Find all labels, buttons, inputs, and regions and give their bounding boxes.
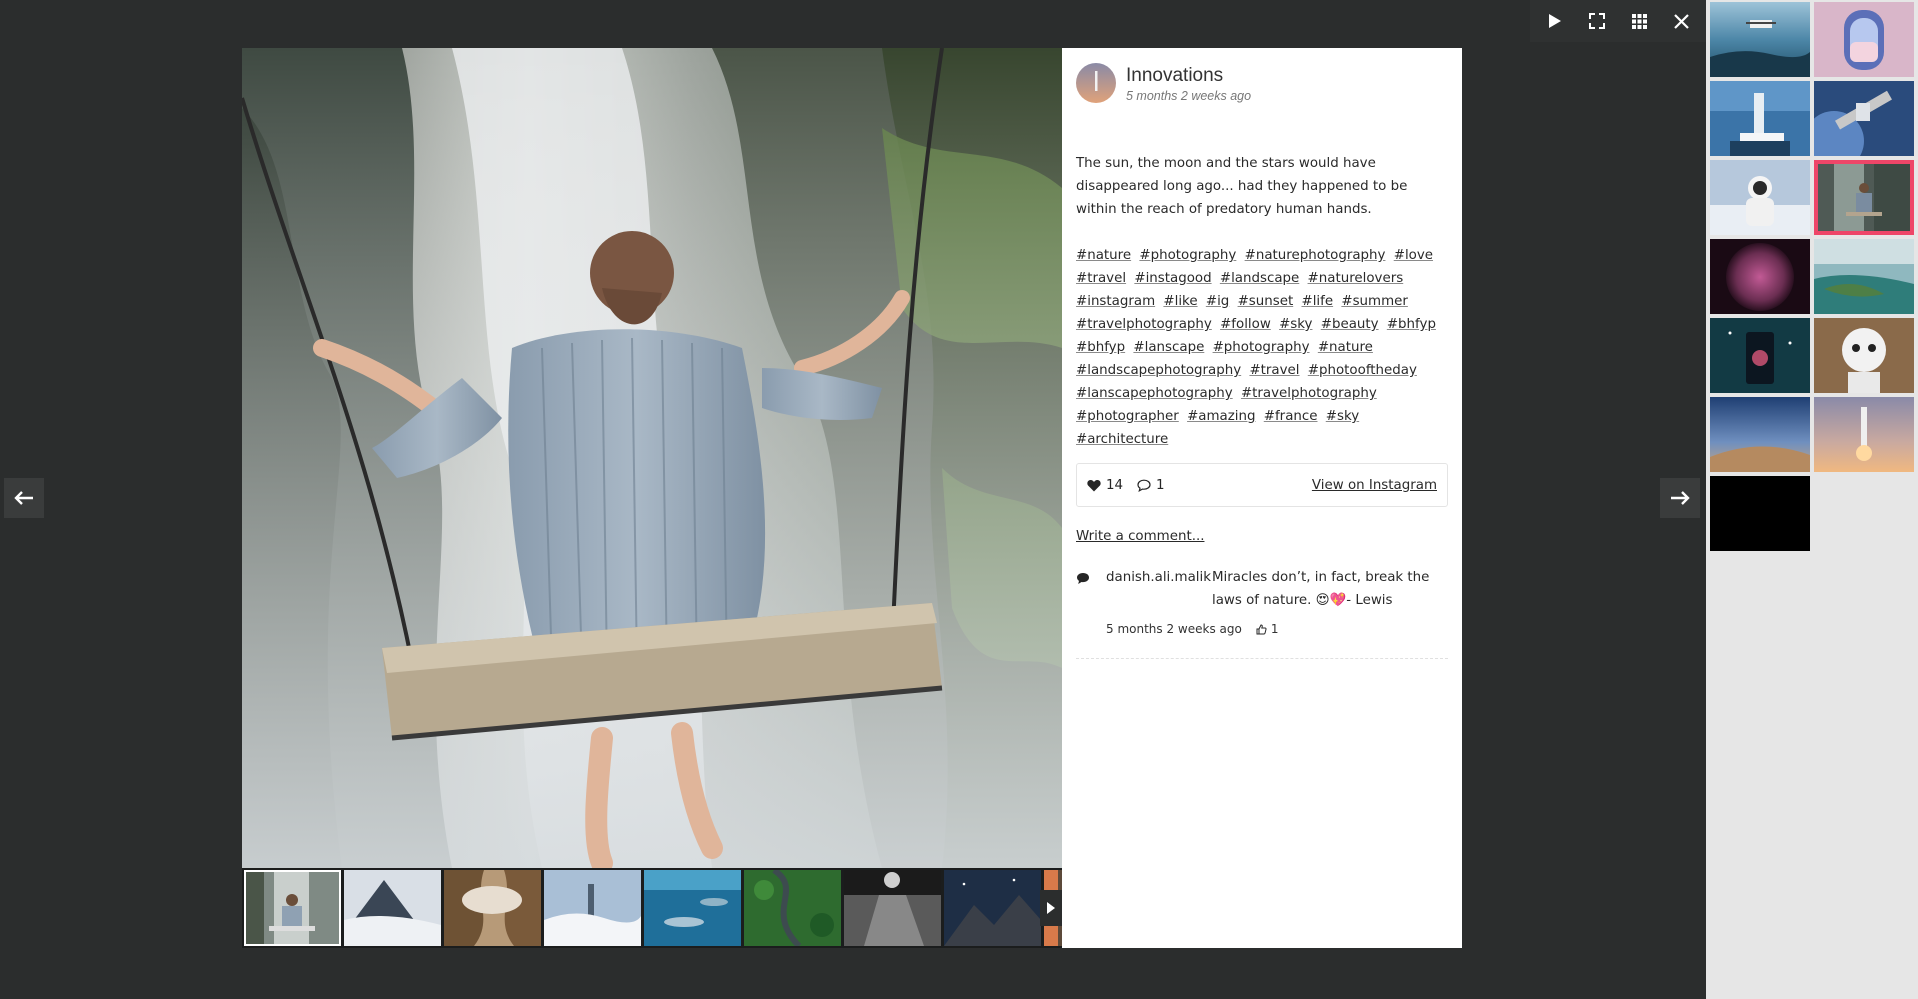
hashtag-link[interactable]: #bhfyp <box>1387 317 1436 332</box>
fullscreen-icon[interactable] <box>1580 4 1614 38</box>
sidebar-thumb-microscope[interactable] <box>1710 81 1810 156</box>
filmstrip <box>242 868 1062 948</box>
hashtag-link[interactable]: #ig <box>1206 294 1229 309</box>
likes-stat[interactable]: 14 <box>1087 478 1123 493</box>
hashtag-link[interactable]: #architecture <box>1076 432 1168 447</box>
grid-icon[interactable] <box>1622 4 1656 38</box>
post-caption: The sun, the moon and the stars would ha… <box>1076 156 1408 217</box>
sidebar-thumb-robot[interactable] <box>1814 318 1914 393</box>
viewer-toolbar <box>1530 0 1706 42</box>
sidebar-thumb-satellite[interactable] <box>1814 81 1914 156</box>
sidebar-thumb-airplane-window[interactable] <box>1814 2 1914 77</box>
post-header: Innovations 5 months 2 weeks ago <box>1076 62 1448 110</box>
hashtag-link[interactable]: #amazing <box>1187 409 1255 424</box>
film-thumb-city-clouds[interactable] <box>544 870 641 946</box>
hashtag-link[interactable]: #lanscape <box>1133 340 1204 355</box>
view-on-instagram-link[interactable]: View on Instagram <box>1312 478 1437 493</box>
sidebar-thumb-rocket[interactable] <box>1814 397 1914 472</box>
hashtag-link[interactable]: #love <box>1394 248 1433 263</box>
comment-username[interactable]: danish.ali.malik <box>1106 570 1212 612</box>
likes-count: 14 <box>1106 477 1124 493</box>
film-thumb-swing[interactable] <box>244 870 341 946</box>
film-thumb-forest-road[interactable] <box>744 870 841 946</box>
hashtag-link[interactable]: #photographer <box>1076 409 1179 424</box>
heart-icon <box>1087 479 1101 491</box>
filmstrip-next-icon[interactable] <box>1040 890 1062 926</box>
close-icon[interactable] <box>1664 4 1698 38</box>
hashtag-link[interactable]: #travelphotography <box>1076 317 1212 332</box>
sidebar-thumb-desert-night[interactable] <box>1710 397 1810 472</box>
comment-like-button[interactable]: 1 <box>1256 622 1279 636</box>
film-thumb-dolphins[interactable] <box>644 870 741 946</box>
film-thumb-mountain-clouds[interactable] <box>344 870 441 946</box>
sidebar-thumb-sun[interactable] <box>1710 239 1810 314</box>
comment-text: Miracles don’t, in fact, break the laws … <box>1212 570 1430 608</box>
film-thumb-night-mountains[interactable] <box>944 870 1041 946</box>
hashtag-link[interactable]: #instagram <box>1076 294 1155 309</box>
write-comment-link[interactable]: Write a comment... <box>1076 529 1204 544</box>
main-photo <box>242 48 1062 868</box>
hashtag-link[interactable]: #beauty <box>1321 317 1379 332</box>
hashtag-link[interactable]: #instagood <box>1134 271 1211 286</box>
thumbs-up-icon <box>1256 623 1267 634</box>
hashtag-link[interactable]: #naturelovers <box>1308 271 1404 286</box>
hashtag-link[interactable]: #travelphotography <box>1241 386 1377 401</box>
hashtag-link[interactable]: #landscapephotography <box>1076 363 1241 378</box>
thumbnail-sidebar <box>1706 0 1918 999</box>
sidebar-thumb-swing-selected[interactable] <box>1814 160 1914 235</box>
comments-count: 1 <box>1156 477 1165 493</box>
hashtag-link[interactable]: #naturephotography <box>1245 248 1386 263</box>
sidebar-thumb-coastal[interactable] <box>1814 239 1914 314</box>
comment-timestamp: 5 months 2 weeks ago <box>1106 622 1242 636</box>
hashtag-link[interactable]: #summer <box>1341 294 1408 309</box>
film-thumb-canyon-fog[interactable] <box>444 870 541 946</box>
hashtag-link[interactable]: #bhfyp <box>1076 340 1125 355</box>
hashtag-link[interactable]: #travel <box>1076 271 1126 286</box>
avatar[interactable] <box>1076 63 1116 103</box>
comment-like-count: 1 <box>1270 622 1279 636</box>
comment-item: danish.ali.malik Miracles don’t, in fact… <box>1076 570 1448 659</box>
post-stats-bar: 14 1 View on Instagram <box>1076 463 1448 507</box>
hashtag-link[interactable]: #france <box>1264 409 1318 424</box>
post-timestamp: 5 months 2 weeks ago <box>1126 89 1252 103</box>
hashtag-link[interactable]: #travel <box>1249 363 1299 378</box>
hashtag-link[interactable]: #follow <box>1220 317 1271 332</box>
comments-stat[interactable]: 1 <box>1137 478 1165 493</box>
sidebar-thumb-astronaut[interactable] <box>1710 160 1810 235</box>
post-author[interactable]: Innovations <box>1126 64 1251 88</box>
hashtag-list: #nature #photography #naturephotography … <box>1076 244 1448 451</box>
hashtag-link[interactable]: #sunset <box>1238 294 1294 309</box>
hashtag-link[interactable]: #like <box>1163 294 1197 309</box>
hashtag-link[interactable]: #nature <box>1318 340 1373 355</box>
hashtag-link[interactable]: #landscape <box>1220 271 1299 286</box>
next-arrow-icon[interactable] <box>1660 478 1700 518</box>
previous-arrow-icon[interactable] <box>4 478 44 518</box>
hashtag-link[interactable]: #photography <box>1213 340 1310 355</box>
post-info-panel: Innovations 5 months 2 weeks ago The sun… <box>1062 48 1462 948</box>
film-thumb-moon-sea[interactable] <box>844 870 941 946</box>
sidebar-thumb-drone[interactable] <box>1710 2 1810 77</box>
hashtag-link[interactable]: #sky <box>1326 409 1359 424</box>
comment-bubble-icon <box>1137 479 1151 492</box>
comment-speech-icon <box>1076 572 1096 612</box>
sidebar-thumb-phone-galaxy[interactable] <box>1710 318 1810 393</box>
hashtag-link[interactable]: #life <box>1301 294 1333 309</box>
hashtag-link[interactable]: #photooftheday <box>1308 363 1417 378</box>
play-icon[interactable] <box>1538 4 1572 38</box>
hashtag-link[interactable]: #sky <box>1279 317 1312 332</box>
sidebar-thumb-black[interactable] <box>1710 476 1810 551</box>
hashtag-link[interactable]: #nature <box>1076 248 1131 263</box>
hashtag-link[interactable]: #photography <box>1139 248 1236 263</box>
hashtag-link[interactable]: #lanscapephotography <box>1076 386 1233 401</box>
